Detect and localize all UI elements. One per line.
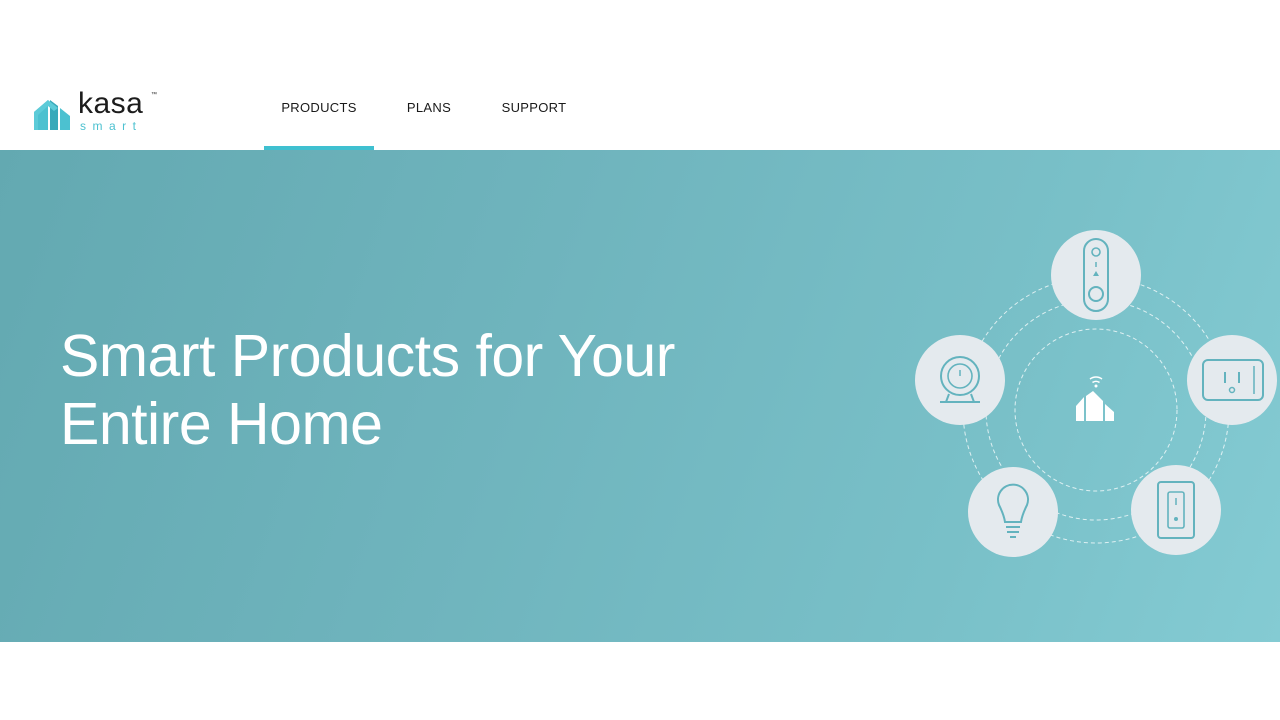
- hero-title-line-1: Smart Products for Your: [60, 323, 675, 389]
- light-switch-icon: [1131, 465, 1221, 555]
- site-header: kasa ™ smart PRODUCTS PLANS SUPPORT: [0, 0, 1280, 150]
- nav-item-label: PRODUCTS: [281, 100, 357, 115]
- logo-trademark: ™: [151, 92, 157, 98]
- nav-item-label: SUPPORT: [501, 100, 567, 115]
- camera-icon: [915, 335, 1005, 425]
- main-nav: PRODUCTS PLANS SUPPORT: [264, 0, 584, 150]
- kasa-house-icon: [34, 100, 70, 130]
- nav-item-support[interactable]: SUPPORT: [484, 0, 584, 150]
- doorbell-icon: [1051, 230, 1141, 320]
- hero-banner: Smart Products for Your Entire Home: [0, 150, 1280, 642]
- hero-title-line-2: Entire Home: [60, 391, 383, 457]
- device-ecosystem-diagram: [915, 230, 1277, 557]
- kasa-logo[interactable]: kasa ™ smart: [32, 87, 172, 136]
- logo-wordmark: kasa: [78, 87, 144, 120]
- hero-title: Smart Products for Your Entire Home: [60, 322, 780, 458]
- smart-bulb-icon: [968, 467, 1058, 557]
- nav-item-label: PLANS: [406, 100, 452, 115]
- nav-item-plans[interactable]: PLANS: [374, 0, 484, 150]
- nav-item-products[interactable]: PRODUCTS: [264, 0, 374, 150]
- logo-tagline: smart: [80, 119, 143, 133]
- kasa-hub-icon: [1076, 376, 1114, 421]
- page-body-blank: [0, 642, 1280, 720]
- smart-plug-icon: [1187, 335, 1277, 425]
